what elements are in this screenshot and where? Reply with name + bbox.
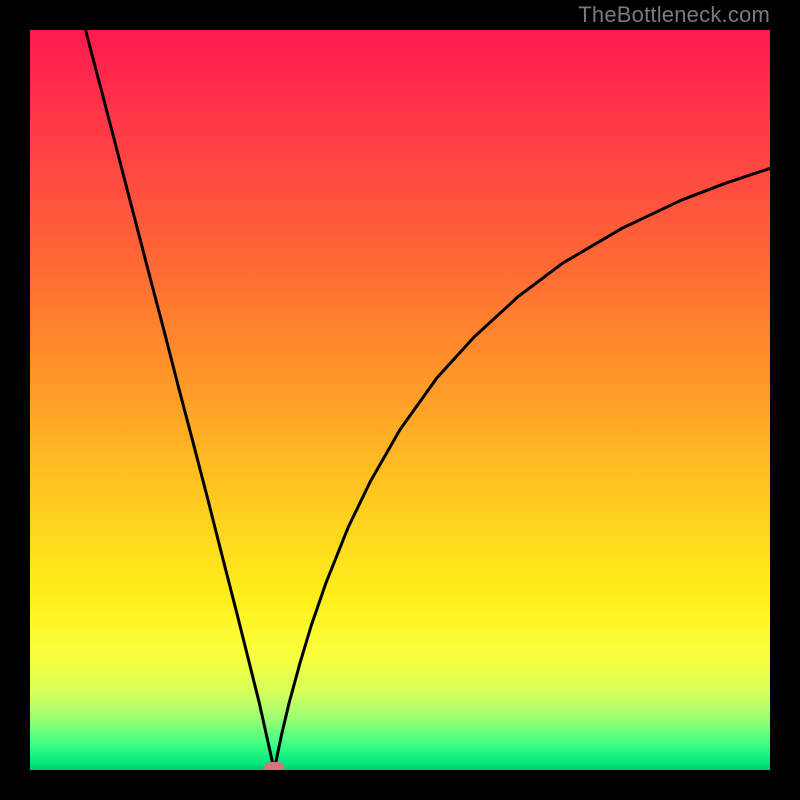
chart-container: TheBottleneck.com xyxy=(0,0,800,800)
watermark-text: TheBottleneck.com xyxy=(578,2,770,28)
gradient-background xyxy=(30,30,770,770)
minimum-marker-dot xyxy=(264,762,284,770)
plot-area xyxy=(30,30,770,770)
chart-svg xyxy=(30,30,770,770)
minimum-marker xyxy=(264,762,284,770)
